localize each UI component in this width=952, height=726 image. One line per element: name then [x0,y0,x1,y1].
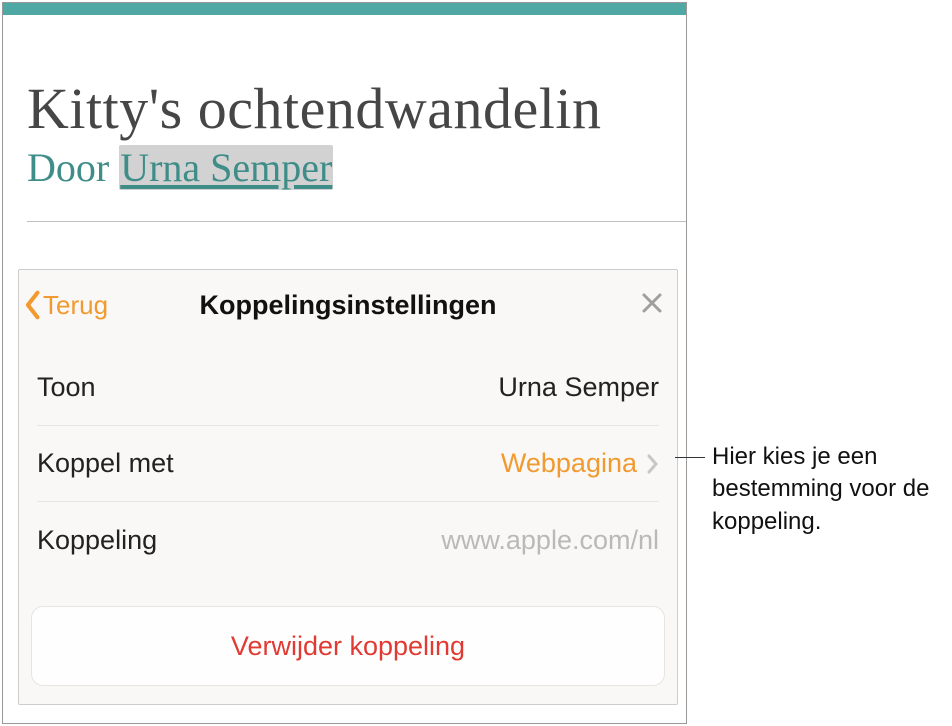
popover-header: Terug Koppelingsinstellingen [19,270,677,340]
link-settings-popover: Terug Koppelingsinstellingen Toon Urna S… [18,269,678,705]
callout-text: Hier kies je een bestemming voor de kopp… [712,441,942,538]
close-icon [641,292,663,314]
display-label: Toon [37,372,96,403]
document-subtitle: Door Urna Semper [27,144,686,191]
link-with-label: Koppel met [37,448,174,479]
chevron-right-icon [647,453,659,475]
link-label: Koppeling [37,525,157,556]
remove-link-label: Verwijder koppeling [231,631,465,662]
display-row[interactable]: Toon Urna Semper [37,350,659,426]
callout-leader-line [675,457,705,458]
link-with-row[interactable]: Koppel met Webpagina [37,426,659,502]
back-label: Terug [43,290,108,321]
chevron-left-icon [23,290,41,320]
link-row[interactable]: Koppeling www.apple.com/nl [37,502,659,578]
popover-rows: Toon Urna Semper Koppel met Webpagina Ko… [19,340,677,578]
link-value: www.apple.com/nl [441,525,659,556]
link-with-value: Webpagina [501,448,637,479]
document-area: Kitty's ochtendwandelin Door Urna Semper [3,15,686,222]
back-button[interactable]: Terug [23,290,108,321]
document-title: Kitty's ochtendwandelin [27,75,686,142]
subtitle-prefix: Door [27,145,119,190]
popover-title: Koppelingsinstellingen [199,290,496,321]
section-divider [27,221,686,222]
display-value: Urna Semper [498,372,659,403]
linked-text[interactable]: Urna Semper [119,145,333,190]
theme-accent-bar [3,3,686,15]
link-with-value-container: Webpagina [501,448,659,479]
close-button[interactable] [641,292,663,319]
remove-link-button[interactable]: Verwijder koppeling [31,606,665,686]
app-viewport: Kitty's ochtendwandelin Door Urna Semper… [2,2,687,724]
